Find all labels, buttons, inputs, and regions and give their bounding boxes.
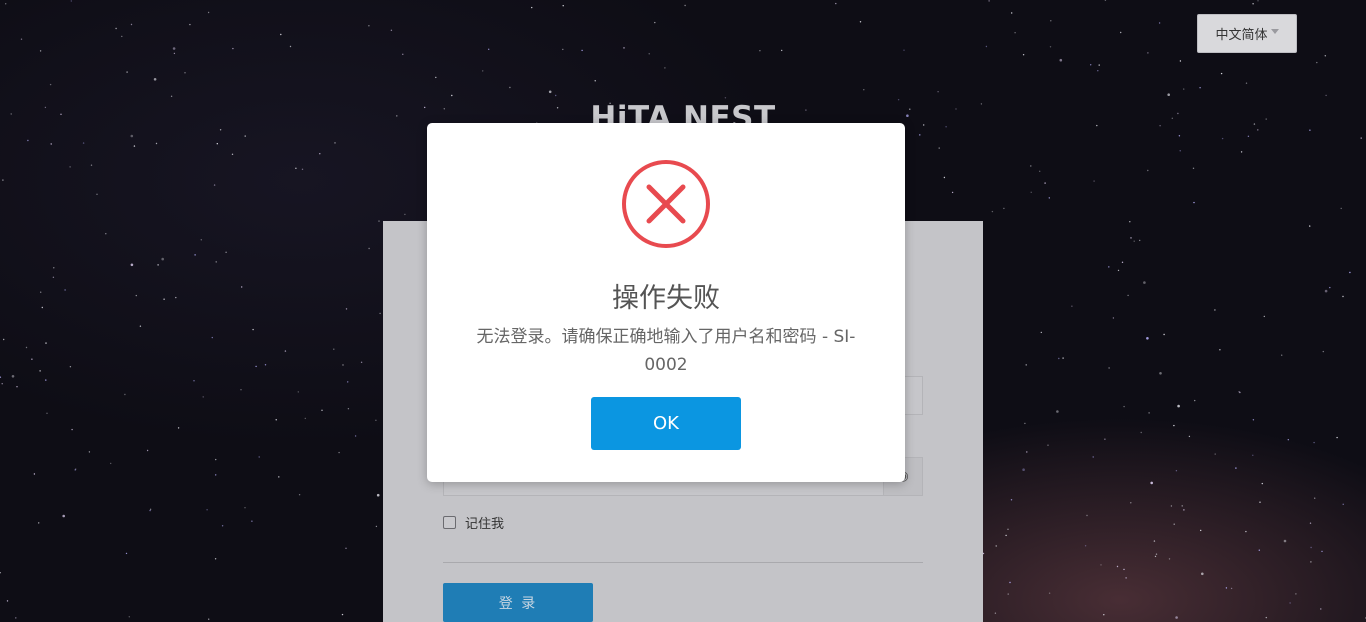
dialog-title: 操作失败	[612, 283, 720, 314]
error-dialog: 操作失败 无法登录。请确保正确地输入了用户名和密码 - SI-0002 OK	[427, 123, 905, 482]
dialog-message: 无法登录。请确保正确地输入了用户名和密码 - SI-0002	[476, 327, 856, 375]
error-x-circle-icon	[622, 160, 710, 248]
ok-button[interactable]: OK	[591, 397, 741, 450]
login-page: 中文简体 HiTA NEST ◉ 记住我 登 录 操作失败 无法登录。请确保正确…	[0, 0, 1366, 622]
